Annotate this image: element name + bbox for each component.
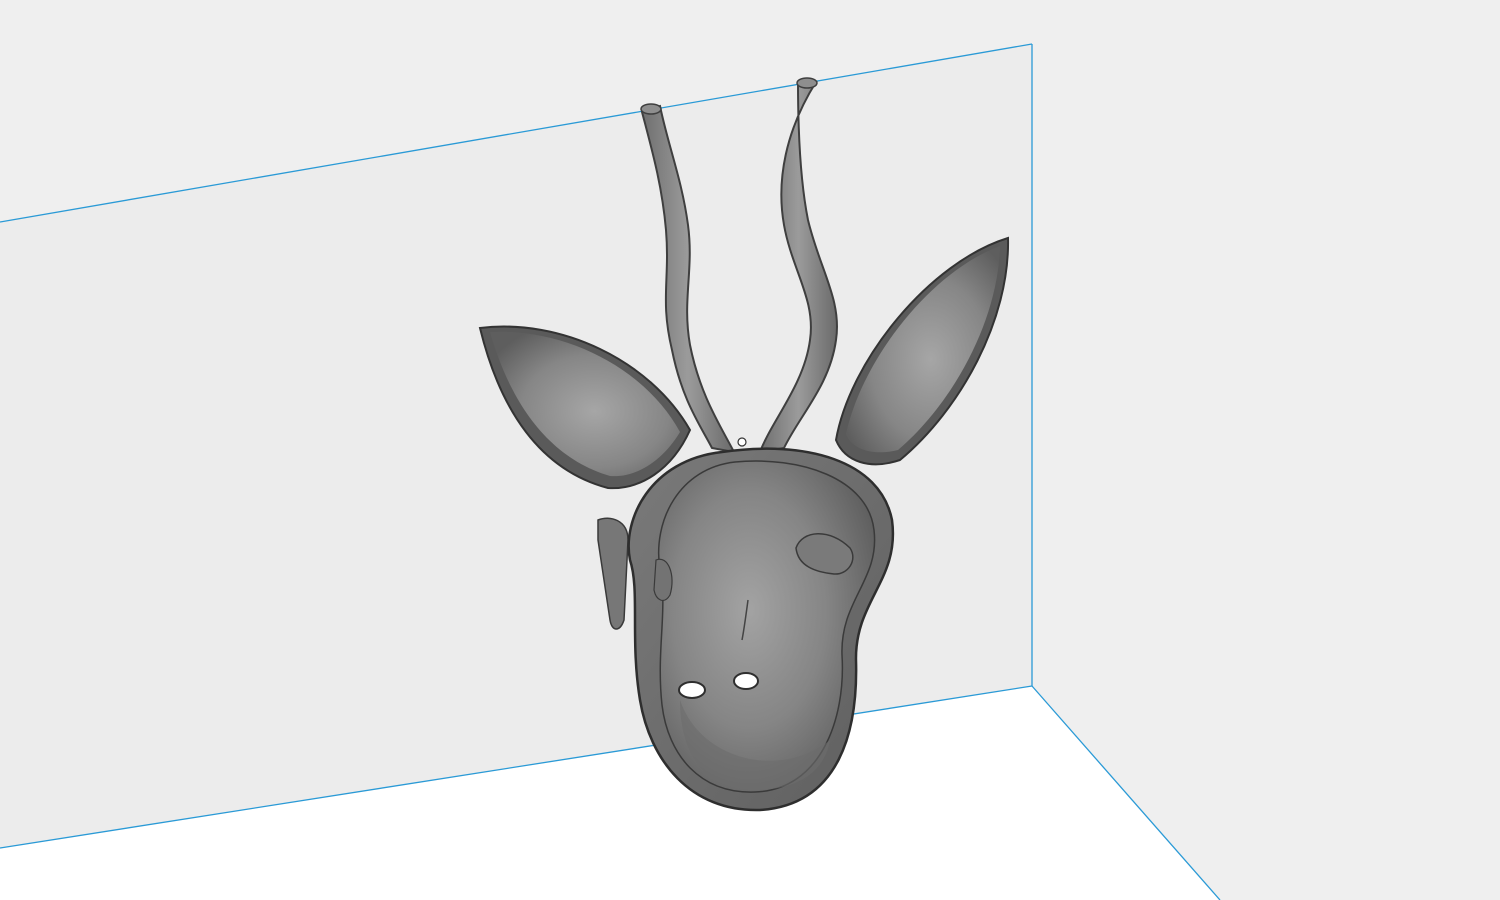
nostril-left <box>678 681 706 699</box>
hanging-hole <box>737 437 747 447</box>
3d-viewport[interactable] <box>0 0 1500 900</box>
scene-canvas[interactable] <box>0 0 1500 900</box>
nostril-right <box>733 672 759 690</box>
